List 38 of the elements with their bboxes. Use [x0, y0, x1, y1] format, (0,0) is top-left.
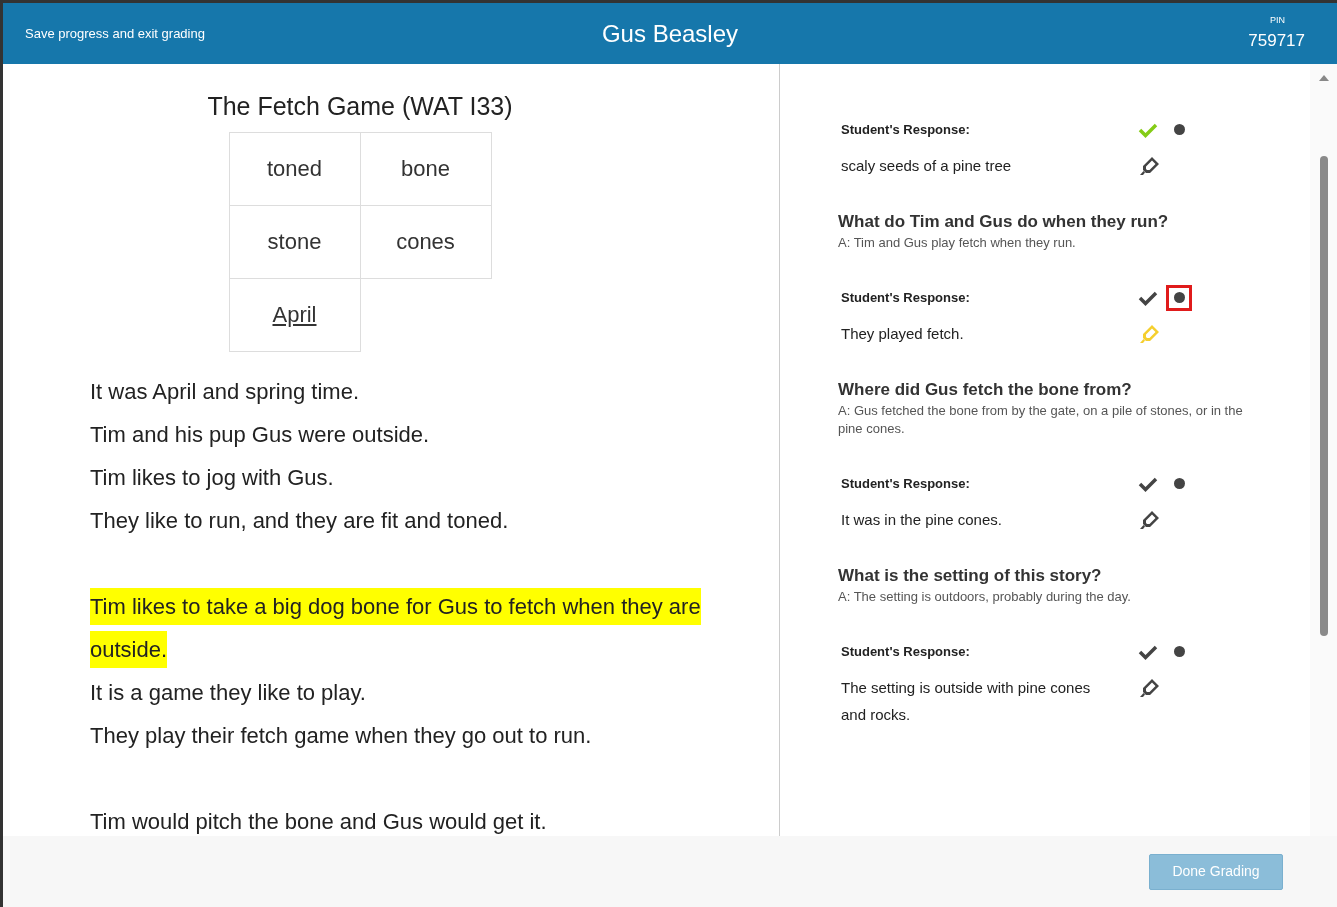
exit-link[interactable]: Save progress and exit grading	[25, 23, 325, 44]
check-icon[interactable]	[1138, 289, 1158, 306]
student-response: It was in the pine cones.	[840, 509, 1003, 530]
answer-key: A: The setting is outdoors, probably during the day.	[838, 588, 1268, 606]
question-title: Where did Gus fetch the bone from?	[838, 378, 1133, 401]
passage-line: It was April and spring time.	[90, 377, 360, 406]
question-title: What do Tim and Gus do when they run?	[838, 210, 1170, 233]
passage-line: They like to run, and they are fit and toned.	[90, 506, 510, 535]
scrollbar-thumb[interactable]	[1319, 156, 1328, 636]
passage-line: Tim and his pup Gus were outside.	[90, 420, 431, 449]
scroll-up-icon[interactable]	[1318, 74, 1329, 82]
answer-key: A: Tim and Gus play fetch when they run.	[838, 234, 1268, 252]
student-response: scaly seeds of a pine tree	[840, 155, 1013, 176]
response-label: Student's Response:	[840, 475, 971, 493]
passage-line: Tim would pitch the bone and Gus would get it.	[90, 807, 548, 836]
check-icon[interactable]	[1138, 475, 1158, 492]
word-cell: April	[229, 278, 361, 352]
check-icon[interactable]	[1138, 121, 1158, 138]
student-response: The setting is outside with pine cones and rocks.	[840, 677, 1092, 725]
answer-key: A: Gus fetched the bone from by the gate, on a pile of stones, or in the pine cones.	[838, 402, 1268, 438]
pin-value: 759717	[1248, 29, 1305, 52]
student-response: They played fetch.	[840, 323, 965, 344]
response-label: Student's Response:	[840, 643, 971, 661]
word-cell: bone	[360, 132, 492, 206]
passage-line: It is a game they like to play.	[90, 678, 367, 707]
response-label: Student's Response:	[840, 289, 971, 307]
dot-button[interactable]	[1166, 284, 1192, 311]
check-icon[interactable]	[1138, 643, 1158, 660]
passage-line: They play their fetch game when they go out to run.	[90, 721, 593, 750]
response-label: Student's Response:	[840, 121, 971, 139]
passage-title: The Fetch Game (WAT I33)	[207, 91, 513, 122]
pin-label: PIN	[1270, 14, 1286, 27]
question-title: What is the setting of this story?	[838, 564, 1103, 587]
word-cell: stone	[229, 205, 361, 279]
student-name: Gus Beasley	[601, 19, 739, 47]
word-cell: toned	[229, 132, 361, 206]
passage-line: Tim likes to jog with Gus.	[90, 463, 335, 492]
word-cell: cones	[360, 205, 492, 279]
